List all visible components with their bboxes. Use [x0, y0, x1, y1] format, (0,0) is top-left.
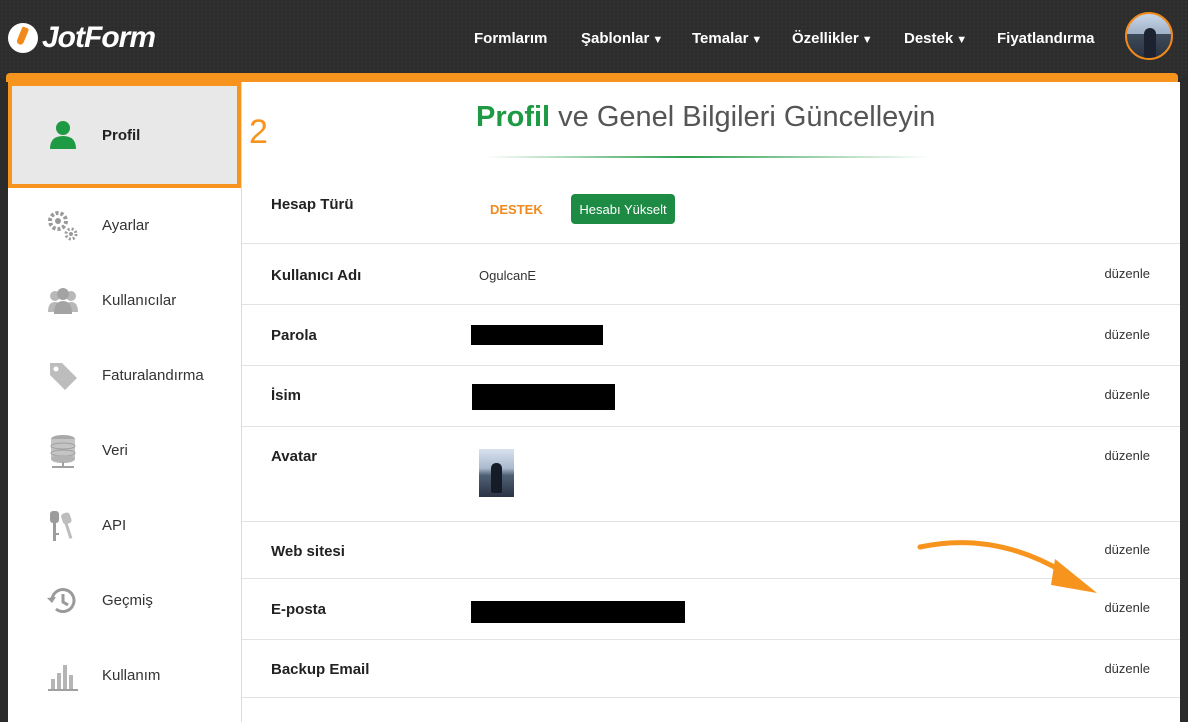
- email-label: E-posta: [271, 601, 327, 618]
- nav-item-temalar[interactable]: Temalar ▼: [692, 30, 762, 47]
- keys-icon: [46, 509, 80, 543]
- edit-website-link[interactable]: düzenle: [1104, 542, 1150, 557]
- database-icon: [46, 434, 80, 468]
- sidebar-item-gecmis[interactable]: Geçmiş: [8, 563, 241, 638]
- user-avatar[interactable]: [1125, 12, 1173, 60]
- row-account-type: Hesap Türü: [242, 180, 1180, 244]
- top-navigation-bar: JotForm Formlarım Şablonlar ▼ Temalar ▼ Öz…: [0, 0, 1188, 78]
- edit-email-link[interactable]: düzenle: [1104, 600, 1150, 615]
- row-backup-email: Backup Email düzenle: [242, 640, 1180, 698]
- username-label: Kullanıcı Adı: [271, 267, 362, 284]
- sidebar-item-label: Geçmiş: [102, 592, 153, 609]
- row-username: Kullanıcı Adı OgulcanE düzenle: [242, 244, 1180, 305]
- redacted-name: [472, 384, 615, 410]
- sidebar-item-label: Kullanım: [102, 667, 161, 684]
- tag-icon: [46, 359, 80, 393]
- backup-email-label: Backup Email: [271, 661, 370, 678]
- sidebar-item-label: Ayarlar: [102, 217, 150, 234]
- sidebar-item-label: Kullanıcılar: [102, 292, 177, 309]
- edit-password-link[interactable]: düzenle: [1104, 327, 1150, 342]
- bar-chart-icon: [46, 659, 80, 693]
- row-avatar: Avatar düzenle: [242, 427, 1180, 522]
- sidebar-item-faturalandirma[interactable]: Faturalandırma: [8, 338, 241, 413]
- page-title: Profil ve Genel Bilgileri Güncelleyin: [476, 101, 935, 134]
- user-icon: [46, 118, 80, 152]
- username-value: OgulcanE: [479, 268, 537, 283]
- avatar-label: Avatar: [271, 448, 318, 465]
- sidebar: Profil Ayarlar Kullanıcılar Faturalandır…: [8, 82, 242, 722]
- sidebar-item-kullanim[interactable]: Kullanım: [8, 638, 241, 713]
- caret-down-icon: ▼: [652, 34, 664, 46]
- row-password: Parola düzenle: [242, 305, 1180, 366]
- row-name: İsim düzenle: [242, 366, 1180, 427]
- edit-username-link[interactable]: düzenle: [1104, 266, 1150, 281]
- gears-icon: [46, 209, 80, 243]
- redacted-email: [471, 601, 685, 623]
- edit-backup-email-link[interactable]: düzenle: [1104, 661, 1150, 676]
- caret-down-icon: ▼: [751, 34, 763, 46]
- users-icon: [46, 284, 80, 318]
- nav-item-formlarim[interactable]: Formlarım: [474, 30, 547, 47]
- caret-down-icon: ▼: [861, 34, 873, 46]
- row-email: E-posta düzenle: [242, 579, 1180, 640]
- nav-item-ozellikler[interactable]: Özellikler ▼: [792, 30, 873, 47]
- jotform-logo-icon: [8, 23, 38, 53]
- caret-down-icon: ▼: [956, 34, 968, 46]
- sidebar-item-ayarlar[interactable]: Ayarlar: [8, 188, 241, 263]
- page-title-strong: Profil: [476, 101, 551, 133]
- title-divider: [486, 156, 930, 158]
- nav-item-sablonlar[interactable]: Şablonlar ▼: [581, 30, 663, 47]
- sidebar-item-label: API: [102, 517, 127, 534]
- sidebar-item-api[interactable]: API: [8, 488, 241, 563]
- row-website: Web sitesi düzenle: [242, 522, 1180, 579]
- website-label: Web sitesi: [271, 543, 345, 560]
- history-icon: [46, 584, 80, 618]
- nav-item-destek[interactable]: Destek ▼: [904, 30, 967, 47]
- nav-item-fiyatlandirma[interactable]: Fiyatlandırma: [997, 30, 1095, 47]
- page-title-rest: ve Genel Bilgileri Güncelleyin: [550, 101, 936, 133]
- account-type-label: Hesap Türü: [271, 196, 354, 213]
- jotform-logo-text: JotForm: [42, 21, 156, 54]
- name-label: İsim: [271, 387, 302, 404]
- account-type-badge: DESTEK: [490, 202, 543, 217]
- edit-name-link[interactable]: düzenle: [1104, 387, 1150, 402]
- sidebar-item-label: Veri: [102, 442, 128, 459]
- sidebar-item-veri[interactable]: Veri: [8, 413, 241, 488]
- password-label: Parola: [271, 327, 317, 344]
- annotation-step-number: 2: [249, 113, 268, 151]
- jotform-logo[interactable]: JotForm: [8, 20, 156, 56]
- edit-avatar-link[interactable]: düzenle: [1104, 448, 1150, 463]
- accent-bar: [6, 73, 1178, 82]
- sidebar-item-label: Faturalandırma: [102, 367, 204, 384]
- sidebar-item-label: Profil: [102, 126, 141, 144]
- sidebar-item-profil[interactable]: Profil: [8, 82, 241, 188]
- upgrade-account-button[interactable]: Hesabı Yükselt: [571, 194, 675, 224]
- avatar-thumbnail: [479, 449, 514, 497]
- redacted-password: [471, 325, 603, 345]
- sidebar-item-kullanicilar[interactable]: Kullanıcılar: [8, 263, 241, 338]
